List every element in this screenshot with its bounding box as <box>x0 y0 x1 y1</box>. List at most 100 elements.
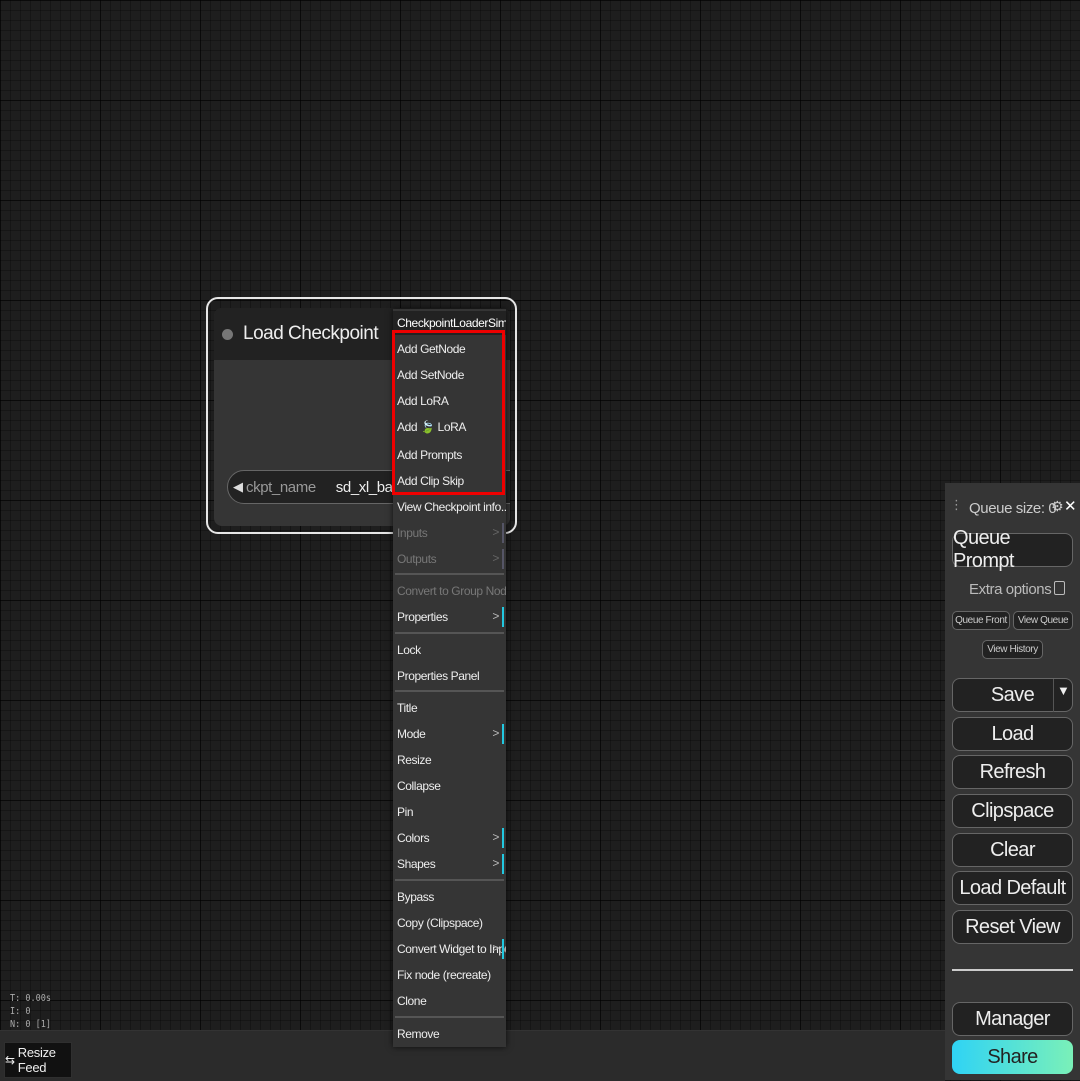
menu-item-convert-widget-to-input[interactable]: Convert Widget to Input > <box>393 937 506 961</box>
menu-item-label: Shapes <box>397 857 436 871</box>
menu-item-label: Add LoRA <box>397 394 449 408</box>
context-menu-header: CheckpointLoaderSimple <box>393 311 506 335</box>
close-icon[interactable]: ✕ <box>1064 497 1077 515</box>
drag-handle-icon[interactable]: ⋮ <box>950 497 963 513</box>
menu-item-collapse[interactable]: Collapse <box>393 774 506 798</box>
refresh-button[interactable]: Refresh <box>952 755 1073 789</box>
reset-view-button[interactable]: Reset View <box>952 910 1073 944</box>
clipspace-button[interactable]: Clipspace <box>952 794 1073 828</box>
extra-options-label: Extra options <box>969 581 1052 598</box>
menu-item-label: Properties <box>397 610 448 624</box>
menu-item-fix-node-recreate[interactable]: Fix node (recreate) <box>393 963 506 987</box>
menu-item-label: Mode <box>397 727 426 741</box>
menu-item-properties[interactable]: Properties > <box>393 605 506 629</box>
view-queue-button[interactable]: View Queue <box>1013 611 1073 630</box>
canvas-stats: T: 0.00s I: 0 N: 0 [1] <box>10 992 51 1030</box>
gear-icon[interactable]: ⚙ <box>1051 498 1064 515</box>
menu-item-label: Collapse <box>397 779 441 793</box>
node-title: Load Checkpoint <box>243 323 379 344</box>
menu-item-label: Bypass <box>397 890 434 904</box>
menu-item-title[interactable]: Title <box>393 696 506 720</box>
menu-item-label: Add GetNode <box>397 342 466 356</box>
queue-front-button[interactable]: Queue Front <box>952 611 1010 630</box>
menu-item-label: Outputs <box>397 552 437 566</box>
menu-item-label: Fix node (recreate) <box>397 968 491 982</box>
menu-item-label: Resize <box>397 753 432 767</box>
view-history-button[interactable]: View History <box>982 640 1043 659</box>
menu-item-label: Inputs <box>397 526 428 540</box>
stat-time: T: 0.00s <box>10 993 51 1004</box>
save-split-divider <box>1053 679 1054 712</box>
menu-item-label: Convert to Group Node <box>397 584 506 598</box>
submenu-arrow-icon: > <box>492 523 504 543</box>
menu-item-add-clip-skip[interactable]: Add Clip Skip <box>393 469 506 493</box>
menu-item-outputs[interactable]: Outputs > <box>393 547 506 571</box>
menu-item-colors[interactable]: Colors > <box>393 826 506 850</box>
menu-item-label: Properties Panel <box>397 669 480 683</box>
menu-item-label: Add 🍃 LoRA <box>397 420 466 434</box>
menu-item-mode[interactable]: Mode > <box>393 722 506 746</box>
submenu-arrow-icon: > <box>492 607 504 627</box>
menu-item-pin[interactable]: Pin <box>393 800 506 824</box>
submenu-arrow-icon: > <box>492 828 504 848</box>
menu-item-label: Add Clip Skip <box>397 474 464 488</box>
load-default-button[interactable]: Load Default <box>952 871 1073 905</box>
menu-separator <box>395 632 504 634</box>
menu-item-inputs[interactable]: Inputs > <box>393 521 506 545</box>
menu-item-label: Colors <box>397 831 430 845</box>
menu-item-properties-panel[interactable]: Properties Panel <box>393 664 506 688</box>
menu-item-add-lora[interactable]: Add 🍃 LoRA <box>393 415 506 439</box>
manager-button[interactable]: Manager <box>952 1002 1073 1036</box>
queue-panel: ⋮ Queue size: 0 ⚙ ✕ Queue Prompt Extra o… <box>945 483 1080 1080</box>
menu-item-convert-to-group-node[interactable]: Convert to Group Node <box>393 579 506 603</box>
menu-item-remove[interactable]: Remove <box>393 1022 506 1046</box>
menu-separator <box>395 879 504 881</box>
menu-item-resize[interactable]: Resize <box>393 748 506 772</box>
save-label: Save <box>990 683 1035 706</box>
menu-item-label: Add Prompts <box>397 448 462 462</box>
menu-item-label: Pin <box>397 805 414 819</box>
menu-item-label: Convert Widget to Input <box>397 942 506 956</box>
save-button[interactable]: Save <box>952 678 1073 712</box>
menu-item-add-getnode[interactable]: Add GetNode <box>393 337 506 361</box>
stat-n: N: 0 [1] <box>10 1019 51 1030</box>
menu-item-bypass[interactable]: Bypass <box>393 885 506 909</box>
menu-separator <box>395 1016 504 1018</box>
menu-item-label: Copy (Clipspace) <box>397 916 483 930</box>
queue-size-label: Queue size: 0 <box>969 500 1057 517</box>
node-collapse-dot-icon[interactable] <box>222 328 233 340</box>
submenu-arrow-icon: > <box>492 939 504 959</box>
extra-options-toggle[interactable]: Extra options <box>969 581 1066 598</box>
menu-item-shapes[interactable]: Shapes > <box>393 852 506 876</box>
clear-button[interactable]: Clear <box>952 833 1073 867</box>
menu-item-copy-clipspace[interactable]: Copy (Clipspace) <box>393 911 506 935</box>
swap-arrows-icon: ⇆ <box>5 1053 15 1067</box>
menu-item-add-prompts[interactable]: Add Prompts <box>393 443 506 467</box>
menu-item-label: View Checkpoint info... <box>397 500 506 514</box>
menu-item-label: Lock <box>397 643 421 657</box>
menu-item-label: Add SetNode <box>397 368 464 382</box>
menu-separator <box>395 690 504 692</box>
queue-panel-header: ⋮ Queue size: 0 ⚙ ✕ <box>945 497 1080 521</box>
submenu-arrow-icon: > <box>492 854 504 874</box>
submenu-arrow-icon: > <box>492 549 504 569</box>
menu-item-label: Title <box>397 701 418 715</box>
left-arrow-icon[interactable]: ◀ <box>233 479 243 495</box>
panel-divider <box>952 969 1073 971</box>
resize-feed-label: Resize Feed <box>17 1045 56 1075</box>
menu-item-label: Clone <box>397 994 427 1008</box>
queue-prompt-button[interactable]: Queue Prompt <box>952 527 1073 572</box>
load-button[interactable]: Load <box>952 717 1073 751</box>
menu-item-add-setnode[interactable]: Add SetNode <box>393 363 506 387</box>
menu-item-view-checkpoint-info[interactable]: View Checkpoint info... <box>393 495 506 519</box>
menu-item-lock[interactable]: Lock <box>393 638 506 662</box>
menu-separator <box>395 573 504 575</box>
menu-item-clone[interactable]: Clone <box>393 989 506 1013</box>
share-button[interactable]: Share <box>952 1040 1073 1074</box>
submenu-arrow-icon: > <box>492 724 504 744</box>
extra-options-checkbox[interactable] <box>1054 581 1066 595</box>
context-menu: CheckpointLoaderSimple Add GetNode Add Se… <box>393 309 506 1047</box>
save-dropdown-chevron-icon[interactable]: ▼ <box>1057 683 1070 698</box>
menu-item-add-lora[interactable]: Add LoRA <box>393 389 506 413</box>
resize-feed-button[interactable]: ⇆ Resize Feed <box>4 1042 72 1078</box>
